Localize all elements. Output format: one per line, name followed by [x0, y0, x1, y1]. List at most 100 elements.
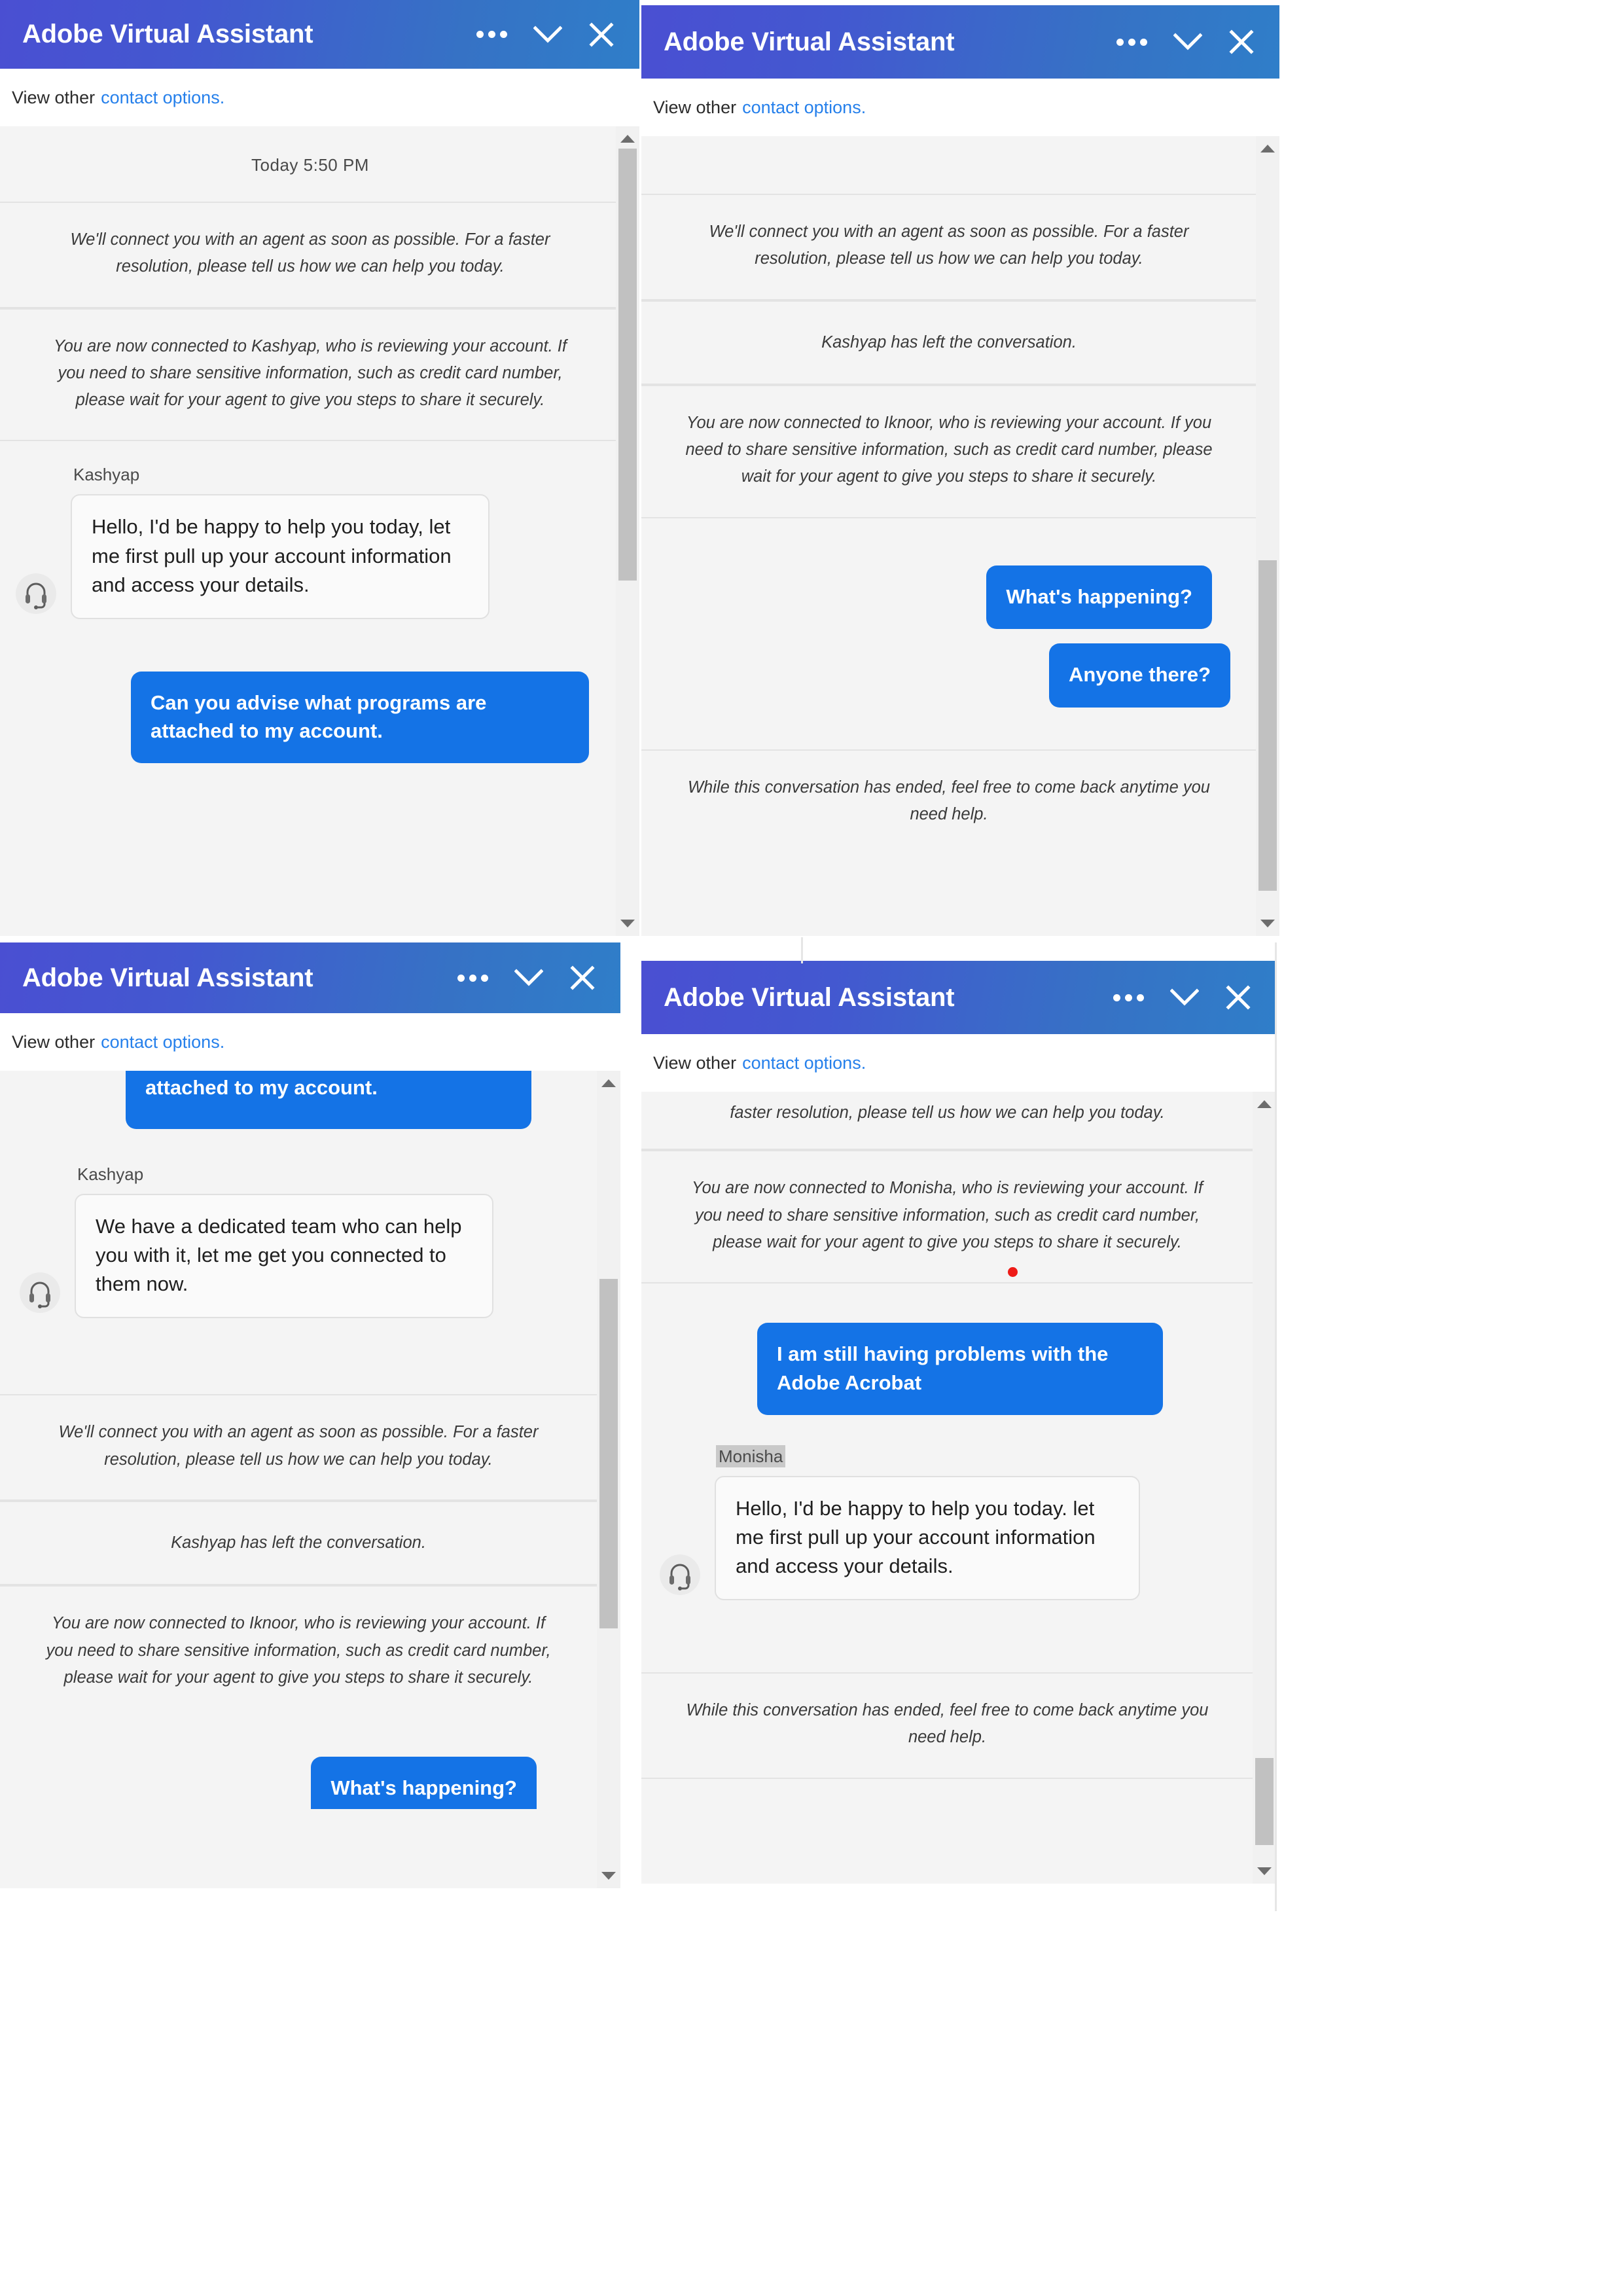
- system-message: We'll connect you with an agent as soon …: [641, 194, 1257, 300]
- page-divider-line: [801, 937, 803, 963]
- user-message-bubble: What's happening?: [311, 1757, 537, 1809]
- more-options-icon[interactable]: [476, 31, 507, 38]
- system-message: You are now connected to Iknoor, who is …: [0, 1585, 597, 1717]
- system-message: We'll connect you with an agent as soon …: [0, 1394, 597, 1501]
- scroll-down-arrow-icon[interactable]: [1256, 912, 1279, 935]
- system-message: While this conversation has ended, feel …: [641, 749, 1257, 855]
- window-title: Adobe Virtual Assistant: [22, 20, 313, 48]
- agent-name-highlight: Monisha: [716, 1444, 786, 1467]
- scroll-down-arrow-icon[interactable]: [1253, 1860, 1276, 1882]
- scroll-down-arrow-icon[interactable]: [597, 1865, 620, 1887]
- close-icon[interactable]: [588, 22, 615, 48]
- scroll-up-arrow-icon[interactable]: [597, 1072, 620, 1094]
- screenshot-stage: Adobe Virtual Assistant View other conta…: [0, 0, 1623, 2296]
- user-message-bubble: attached to my account.: [126, 1071, 531, 1130]
- chat-transcript: faster resolution, please tell us how we…: [641, 1092, 1276, 1884]
- close-icon[interactable]: [1228, 29, 1255, 55]
- scroll-down-arrow-icon[interactable]: [616, 912, 639, 935]
- header-actions: [1113, 984, 1257, 1011]
- user-message-row: I am still having problems with the Adob…: [641, 1283, 1253, 1415]
- window-title: Adobe Virtual Assistant: [22, 963, 313, 992]
- chat-header: Adobe Virtual Assistant: [0, 0, 639, 69]
- chat-header: Adobe Virtual Assistant: [641, 961, 1276, 1034]
- user-message-row: Anyone there?: [641, 629, 1257, 708]
- subbar-prefix: View other: [653, 1052, 737, 1073]
- subbar-prefix: View other: [653, 97, 737, 117]
- system-message: You are now connected to Kashyap, who is…: [0, 308, 620, 442]
- chat-header: Adobe Virtual Assistant: [641, 5, 1279, 79]
- contact-options-link[interactable]: contact options.: [101, 1032, 224, 1052]
- scroll-up-arrow-icon[interactable]: [1256, 137, 1279, 160]
- user-message-row: Can you advise what programs are attache…: [0, 619, 620, 764]
- agent-message-row: Hello, I'd be happy to help you today, l…: [0, 494, 620, 619]
- chat-transcript: We'll connect you with an agent as soon …: [641, 136, 1279, 936]
- agent-name-label: Kashyap: [73, 465, 140, 485]
- scrollbar-thumb[interactable]: [618, 149, 637, 581]
- subbar-prefix: View other: [12, 87, 96, 107]
- system-message: While this conversation has ended, feel …: [641, 1672, 1253, 1779]
- agent-name-label: Kashyap: [77, 1164, 144, 1185]
- scrollbar-thumb[interactable]: [599, 1279, 618, 1628]
- user-message-bubble: What's happening?: [986, 565, 1212, 630]
- system-message: Kashyap has left the conversation.: [641, 300, 1257, 385]
- panel-top-right: Adobe Virtual Assistant View other conta…: [641, 5, 1279, 936]
- system-message: Kashyap has left the conversation.: [0, 1501, 597, 1586]
- system-message: You are now connected to Iknoor, who is …: [641, 384, 1257, 518]
- contact-options-bar: View other contact options.: [0, 69, 639, 126]
- transcript-scrollbar[interactable]: [1256, 136, 1279, 936]
- header-actions: [476, 22, 620, 48]
- system-message: You are now connected to Monisha, who is…: [641, 1150, 1253, 1284]
- contact-options-bar: View other contact options.: [641, 79, 1279, 136]
- scroll-up-arrow-icon[interactable]: [616, 128, 639, 150]
- user-message-bubble: Anyone there?: [1048, 643, 1230, 708]
- user-message-row: What's happening?: [641, 518, 1257, 630]
- chat-transcript: Today 5:50 PM We'll connect you with an …: [0, 126, 639, 936]
- user-message-row-clipped: attached to my account.: [0, 1071, 597, 1130]
- close-icon[interactable]: [569, 965, 596, 991]
- user-message-bubble: I am still having problems with the Adob…: [757, 1323, 1163, 1415]
- agent-message-row: We have a dedicated team who can help yo…: [0, 1194, 597, 1319]
- contact-options-link[interactable]: contact options.: [101, 88, 224, 108]
- day-timestamp: Today 5:50 PM: [251, 155, 369, 175]
- close-icon[interactable]: [1225, 984, 1251, 1011]
- panel-bottom-right: Adobe Virtual Assistant View other conta…: [641, 961, 1276, 1884]
- scroll-up-arrow-icon[interactable]: [1253, 1093, 1276, 1115]
- headset-agent-avatar-icon: [660, 1554, 700, 1596]
- user-message-bubble: Can you advise what programs are attache…: [131, 671, 589, 764]
- system-message: We'll connect you with an agent as soon …: [0, 202, 620, 308]
- agent-message-bubble: We have a dedicated team who can help yo…: [75, 1194, 493, 1319]
- headset-agent-avatar-icon: [16, 573, 56, 614]
- headset-agent-avatar-icon: [20, 1272, 60, 1314]
- transcript-scrollbar[interactable]: [597, 1071, 620, 1888]
- scrollbar-thumb[interactable]: [1255, 1758, 1274, 1845]
- chat-transcript: attached to my account. Kashyap We have …: [0, 1071, 620, 1888]
- system-message-clipped: faster resolution, please tell us how we…: [641, 1092, 1253, 1151]
- chevron-down-icon[interactable]: [514, 969, 543, 987]
- chevron-down-icon[interactable]: [1173, 33, 1202, 51]
- chevron-down-icon[interactable]: [533, 25, 562, 44]
- cursor-indicator: [1008, 1267, 1018, 1277]
- transcript-scrollbar[interactable]: [616, 126, 639, 936]
- panel-bottom-left: Adobe Virtual Assistant View other conta…: [0, 942, 620, 1888]
- contact-options-bar: View other contact options.: [0, 1013, 620, 1071]
- agent-message-row: Hello, I'd be happy to help you today. l…: [641, 1475, 1253, 1601]
- scrollbar-thumb[interactable]: [1258, 560, 1277, 891]
- contact-options-bar: View other contact options.: [641, 1034, 1276, 1092]
- window-title: Adobe Virtual Assistant: [664, 982, 955, 1012]
- header-actions: [457, 965, 601, 991]
- page-divider-line: [1275, 942, 1277, 1911]
- contact-options-link[interactable]: contact options.: [742, 98, 866, 118]
- more-options-icon[interactable]: [1116, 38, 1147, 46]
- chevron-down-icon[interactable]: [1170, 988, 1199, 1007]
- agent-name-label: Monisha: [641, 1415, 1253, 1476]
- contact-options-link[interactable]: contact options.: [742, 1053, 866, 1073]
- agent-message-bubble: Hello, I'd be happy to help you today. l…: [715, 1475, 1140, 1601]
- panel-top-left: Adobe Virtual Assistant View other conta…: [0, 0, 639, 936]
- more-options-icon[interactable]: [457, 974, 488, 982]
- header-actions: [1116, 29, 1260, 55]
- transcript-scrollbar[interactable]: [1253, 1092, 1276, 1884]
- subbar-prefix: View other: [12, 1031, 96, 1052]
- agent-message-bubble: Hello, I'd be happy to help you today, l…: [71, 494, 490, 619]
- more-options-icon[interactable]: [1113, 994, 1144, 1001]
- chat-header: Adobe Virtual Assistant: [0, 942, 620, 1013]
